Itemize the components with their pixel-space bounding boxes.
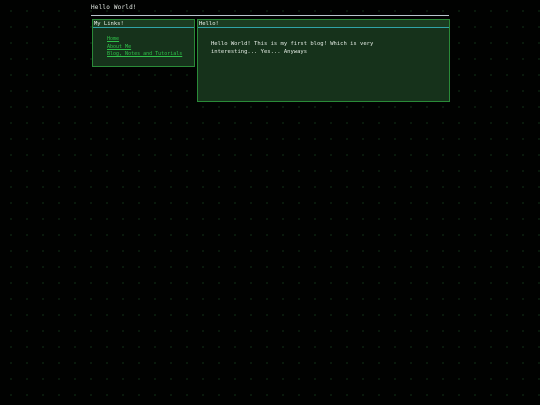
list-item: About Me [107, 44, 194, 52]
blog-post-text: Hello World! This is my first blog! Whic… [211, 41, 374, 55]
blog-notes-tutorials-link[interactable]: Blog, Notes and Tutorials [107, 51, 182, 57]
site-title: Hello World! [91, 4, 137, 11]
content-panel-heading: Hello! [198, 20, 449, 28]
about-me-link[interactable]: About Me [107, 44, 131, 50]
links-panel-heading: My Links! [93, 20, 194, 28]
list-item: Home [107, 36, 194, 44]
content-panel: Hello! Hello World! This is my first blo… [197, 19, 450, 102]
list-item: Blog, Notes and Tutorials [107, 51, 194, 59]
links-panel: My Links! Home About Me Blog, Notes and … [92, 19, 195, 67]
header-divider [91, 15, 449, 16]
links-list: Home About Me Blog, Notes and Tutorials [93, 36, 194, 59]
home-link[interactable]: Home [107, 36, 119, 42]
